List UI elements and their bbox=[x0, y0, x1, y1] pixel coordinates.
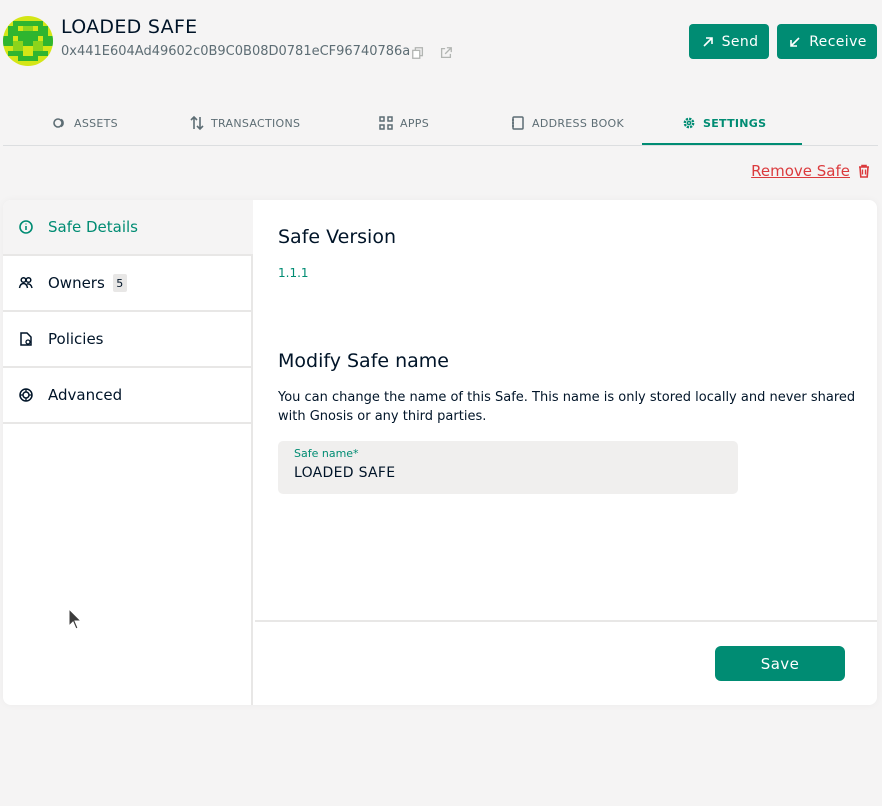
assets-icon bbox=[53, 118, 64, 128]
sidebar-item-owners[interactable]: Owners 5 bbox=[3, 256, 253, 312]
apps-icon bbox=[379, 116, 393, 130]
advanced-icon bbox=[19, 388, 33, 402]
modify-name-description: You can change the name of this Safe. Th… bbox=[278, 390, 856, 424]
receive-button-label: Receive bbox=[809, 33, 867, 50]
tab-settings[interactable]: SETTINGS bbox=[681, 100, 766, 146]
owners-count-badge: 5 bbox=[112, 274, 127, 292]
mouse-cursor-icon bbox=[68, 608, 82, 630]
sidebar-item-label: Safe Details bbox=[48, 218, 138, 236]
content-divider bbox=[255, 620, 877, 622]
tab-address-book-label: ADDRESS BOOK bbox=[532, 116, 625, 130]
sidebar-item-label: Advanced bbox=[48, 386, 123, 404]
tab-address-book[interactable]: ADDRESS BOOK bbox=[510, 100, 624, 146]
policies-icon bbox=[20, 332, 32, 346]
trash-icon bbox=[859, 164, 869, 178]
tab-assets-label: ASSETS bbox=[74, 116, 118, 130]
remove-safe-button[interactable]: Remove Safe bbox=[751, 162, 872, 180]
sidebar-item-safe-details[interactable]: Safe Details bbox=[3, 200, 253, 256]
send-button[interactable]: Send bbox=[689, 24, 769, 59]
modify-name-heading: Modify Safe name bbox=[278, 350, 449, 372]
safe-version-heading: Safe Version bbox=[278, 226, 396, 248]
safe-details-content: Safe Version 1.1.1 Modify Safe name You … bbox=[255, 200, 877, 705]
safe-header: LOADED SAFE 0x441E604Ad49602c0B9C0B08D07… bbox=[0, 0, 882, 80]
active-tab-indicator bbox=[642, 143, 802, 145]
arrow-up-right-icon bbox=[702, 36, 713, 47]
info-icon bbox=[19, 220, 33, 234]
gear-icon bbox=[683, 117, 695, 129]
safe-name: LOADED SAFE bbox=[61, 16, 198, 38]
safe-name-field-label: Safe name* bbox=[294, 447, 359, 460]
sidebar-item-label: Policies bbox=[48, 330, 104, 348]
sidebar-item-advanced[interactable]: Advanced bbox=[3, 368, 253, 424]
tab-apps[interactable]: APPS bbox=[378, 100, 429, 146]
tab-transactions[interactable]: TRANSACTIONS bbox=[189, 100, 300, 146]
send-button-label: Send bbox=[721, 33, 759, 50]
safe-name-field[interactable]: Safe name* LOADED SAFE bbox=[278, 441, 738, 494]
safe-identicon bbox=[3, 16, 53, 66]
sidebar-item-policies[interactable]: Policies bbox=[3, 312, 253, 368]
owners-icon bbox=[18, 276, 33, 289]
safe-address: 0x441E604Ad49602c0B9C0B08D0781eCF9674078… bbox=[61, 44, 411, 59]
copy-icon[interactable] bbox=[411, 45, 425, 59]
save-button[interactable]: Save bbox=[715, 646, 845, 681]
tab-assets[interactable]: ASSETS bbox=[52, 100, 118, 146]
tab-apps-label: APPS bbox=[400, 116, 429, 130]
remove-safe-label: Remove Safe bbox=[751, 162, 850, 180]
receive-button[interactable]: Receive bbox=[777, 24, 877, 59]
arrow-down-left-icon bbox=[790, 36, 800, 47]
tab-transactions-label: TRANSACTIONS bbox=[211, 116, 301, 130]
tab-settings-label: SETTINGS bbox=[703, 116, 767, 130]
settings-sidebar: Safe Details Owners 5 Policies Advanced bbox=[3, 200, 253, 705]
safe-version-value: 1.1.1 bbox=[278, 266, 309, 280]
main-tabs: ASSETS TRANSACTIONS APPS ADDRESS BOOK SE… bbox=[3, 100, 878, 146]
safe-name-input[interactable]: LOADED SAFE bbox=[294, 465, 395, 481]
address-book-icon bbox=[512, 116, 524, 130]
sidebar-item-label: Owners bbox=[48, 274, 105, 292]
transactions-icon bbox=[190, 115, 204, 131]
external-link-icon[interactable] bbox=[439, 45, 453, 59]
settings-panel: Safe Details Owners 5 Policies Advanced … bbox=[3, 200, 877, 705]
